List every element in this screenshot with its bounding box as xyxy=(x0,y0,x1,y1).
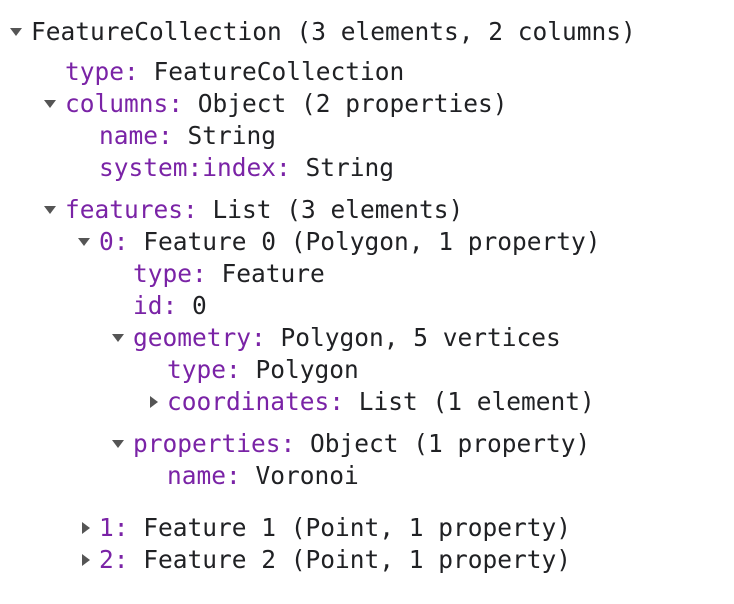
properties-summary: Object (1 property) xyxy=(310,429,591,458)
columns-node[interactable]: columns: Object (2 properties) xyxy=(65,88,508,120)
column-key: system:index: xyxy=(99,153,291,182)
expand-arrow-icon[interactable] xyxy=(112,334,124,342)
column-type: String xyxy=(305,153,395,182)
column-row-name: name: String xyxy=(99,120,276,152)
feature-summary: Feature 0 (Polygon, 1 property) xyxy=(143,227,601,256)
feature-index-key: 1: xyxy=(99,513,129,542)
feature-summary: Feature 1 (Point, 1 property) xyxy=(143,513,572,542)
json-tree-view: FeatureCollection (3 elements, 2 columns… xyxy=(0,0,734,604)
column-row-system-index: system:index: String xyxy=(99,152,394,184)
expand-arrow-icon[interactable] xyxy=(112,440,124,448)
feature-id-value: 0 xyxy=(192,291,207,320)
collapse-arrow-icon[interactable] xyxy=(82,522,90,534)
property-value: Voronoi xyxy=(255,461,359,490)
feature-summary: Feature 2 (Point, 1 property) xyxy=(143,545,572,574)
coordinates-summary: List (1 element) xyxy=(358,387,595,416)
feature-type-value: Feature xyxy=(221,259,325,288)
collapse-arrow-icon[interactable] xyxy=(150,396,158,408)
geometry-summary: Polygon, 5 vertices xyxy=(280,323,561,352)
coordinates-key: coordinates: xyxy=(167,387,345,416)
geometry-type-key: type: xyxy=(167,355,241,384)
properties-key: properties: xyxy=(133,429,296,458)
collapse-arrow-icon[interactable] xyxy=(82,554,90,566)
geometry-type-value: Polygon xyxy=(255,355,359,384)
property-key: name: xyxy=(167,461,241,490)
features-node[interactable]: features: List (3 elements) xyxy=(65,194,463,226)
feature-id-key: id: xyxy=(133,291,178,320)
columns-summary: Object (2 properties) xyxy=(197,89,508,118)
column-key: name: xyxy=(99,121,173,150)
expand-arrow-icon[interactable] xyxy=(10,28,22,36)
features-summary: List (3 elements) xyxy=(212,195,464,224)
geometry-key: geometry: xyxy=(133,323,266,352)
expand-arrow-icon[interactable] xyxy=(44,100,56,108)
tree-root-node[interactable]: FeatureCollection (3 elements, 2 columns… xyxy=(31,16,636,48)
feature-0-type-row: type: Feature xyxy=(133,258,325,290)
feature-index-key: 0: xyxy=(99,227,129,256)
expand-arrow-icon[interactable] xyxy=(44,206,56,214)
root-type-value: FeatureCollection xyxy=(153,57,405,86)
column-type: String xyxy=(187,121,277,150)
feature-index-key: 2: xyxy=(99,545,129,574)
feature-1-node[interactable]: 1: Feature 1 (Point, 1 property) xyxy=(99,512,571,544)
root-type-row: type: FeatureCollection xyxy=(65,56,404,88)
geometry-type-row: type: Polygon xyxy=(167,354,359,386)
feature-2-node[interactable]: 2: Feature 2 (Point, 1 property) xyxy=(99,544,571,576)
coordinates-node[interactable]: coordinates: List (1 element) xyxy=(167,386,595,418)
properties-node[interactable]: properties: Object (1 property) xyxy=(133,428,590,460)
root-summary: FeatureCollection (3 elements, 2 columns… xyxy=(31,17,636,46)
columns-key: columns: xyxy=(65,89,184,118)
property-name-row: name: Voronoi xyxy=(167,460,359,492)
features-key: features: xyxy=(65,195,198,224)
feature-type-key: type: xyxy=(133,259,207,288)
feature-0-id-row: id: 0 xyxy=(133,290,207,322)
root-type-key: type: xyxy=(65,57,139,86)
geometry-node[interactable]: geometry: Polygon, 5 vertices xyxy=(133,322,561,354)
feature-0-node[interactable]: 0: Feature 0 (Polygon, 1 property) xyxy=(99,226,601,258)
expand-arrow-icon[interactable] xyxy=(78,238,90,246)
